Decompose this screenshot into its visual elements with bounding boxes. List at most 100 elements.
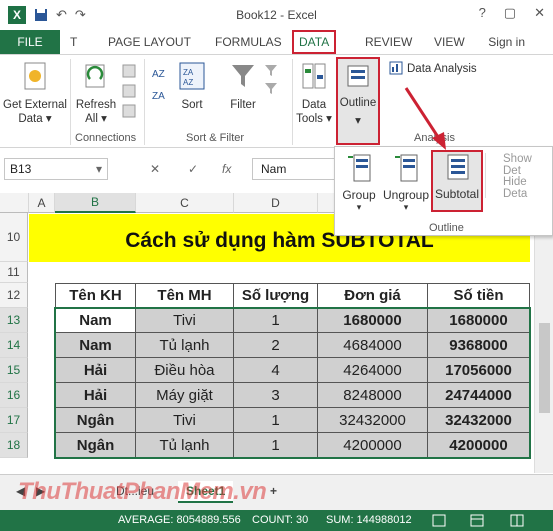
- page-layout-icon[interactable]: [470, 514, 484, 527]
- filter-button[interactable]: Filter: [226, 61, 260, 112]
- group-button[interactable]: Group ▾: [339, 151, 379, 213]
- table-header-cell[interactable]: Tên MH: [136, 283, 234, 308]
- external-data-icon: [24, 62, 46, 90]
- subtotal-icon: [447, 154, 469, 180]
- get-external-data-button[interactable]: Get External Data ▾: [3, 61, 67, 126]
- row-header-11[interactable]: 11: [0, 262, 28, 283]
- row-header-16[interactable]: 16: [0, 383, 28, 408]
- ungroup-label: Ungroup: [382, 188, 430, 202]
- page-break-icon[interactable]: [510, 514, 524, 527]
- table-cell[interactable]: 1680000: [318, 308, 428, 333]
- scrollbar-thumb[interactable]: [539, 323, 550, 413]
- table-cell[interactable]: 24744000: [428, 383, 530, 408]
- row-header-17[interactable]: 17: [0, 408, 28, 433]
- table-header-cell[interactable]: Số tiền: [428, 283, 530, 308]
- table-cell[interactable]: 4264000: [318, 358, 428, 383]
- table-cell[interactable]: Ngân: [55, 433, 136, 458]
- close-icon[interactable]: ✕: [534, 5, 545, 21]
- row-header-10[interactable]: 10: [0, 213, 28, 262]
- table-cell[interactable]: 3: [234, 383, 318, 408]
- tab-home-partial[interactable]: T: [70, 35, 77, 49]
- select-all-corner[interactable]: [0, 193, 29, 213]
- formula-input[interactable]: Nam: [252, 158, 342, 180]
- normal-view-icon[interactable]: [432, 514, 446, 527]
- table-cell[interactable]: Tủ lạnh: [136, 433, 234, 458]
- column-header-b[interactable]: B: [55, 193, 136, 213]
- get-external-label: Get External: [3, 99, 67, 111]
- filter-label: Filter: [230, 99, 256, 111]
- namebox-dropdown-icon[interactable]: ▾: [96, 162, 102, 176]
- tab-view[interactable]: VIEW: [434, 35, 465, 49]
- row-header-14[interactable]: 14: [0, 333, 28, 358]
- tab-review[interactable]: REVIEW: [365, 35, 412, 49]
- table-cell[interactable]: 4200000: [318, 433, 428, 458]
- data-analysis-button[interactable]: Data Analysis: [407, 62, 477, 76]
- table-cell[interactable]: Điều hòa: [136, 358, 234, 383]
- outline-group-label: Outline: [429, 222, 464, 234]
- name-box[interactable]: B13: [4, 158, 108, 180]
- table-cell[interactable]: Tủ lạnh: [136, 333, 234, 358]
- table-cell[interactable]: 9368000: [428, 333, 530, 358]
- signin-link[interactable]: Sign in: [488, 35, 525, 49]
- ungroup-button[interactable]: Ungroup ▾: [381, 151, 431, 213]
- data-tools-button[interactable]: Data Tools ▾: [294, 61, 334, 126]
- row-header-13[interactable]: 13: [0, 308, 28, 333]
- table-cell[interactable]: 32432000: [318, 408, 428, 433]
- table-cell[interactable]: 4200000: [428, 433, 530, 458]
- row-header-18[interactable]: 18: [0, 433, 28, 458]
- tab-data[interactable]: DATA: [292, 30, 337, 54]
- table-cell[interactable]: 32432000: [428, 408, 530, 433]
- table-cell[interactable]: Máy giặt: [136, 383, 234, 408]
- sort-az-icons[interactable]: AZ ZA: [150, 63, 172, 113]
- sort-filter-group-label: Sort & Filter: [186, 132, 245, 144]
- enter-icon[interactable]: ✓: [188, 162, 198, 176]
- subtotal-button[interactable]: Subtotal: [431, 150, 483, 212]
- refresh-icon: [85, 64, 105, 88]
- outline-button[interactable]: Outline ▾: [336, 57, 380, 145]
- advanced-filter-icons[interactable]: [264, 63, 278, 113]
- table-cell[interactable]: 8248000: [318, 383, 428, 408]
- table-cell[interactable]: 2: [234, 333, 318, 358]
- table-header-cell[interactable]: Tên KH: [55, 283, 136, 308]
- column-header-c[interactable]: C: [136, 193, 234, 213]
- data-analysis-icon[interactable]: [389, 61, 403, 75]
- table-cell[interactable]: 17056000: [428, 358, 530, 383]
- help-icon[interactable]: ?: [479, 5, 486, 21]
- data-tools-label: Data: [301, 99, 327, 111]
- ribbon-tabs: FILE T PAGE LAYOUT FORMULAS DATA REVIEW …: [0, 30, 553, 54]
- cancel-icon[interactable]: ✕: [150, 162, 160, 176]
- tab-page-layout[interactable]: PAGE LAYOUT: [108, 35, 191, 49]
- table-cell[interactable]: Tivi: [136, 308, 234, 333]
- table-cell[interactable]: 1: [234, 433, 318, 458]
- table-cell[interactable]: 1: [234, 308, 318, 333]
- svg-text:ZA: ZA: [152, 91, 165, 102]
- outline-caret: ▾: [355, 115, 361, 127]
- table-header-cell[interactable]: Số lượng: [234, 283, 318, 308]
- row-header-12[interactable]: 12: [0, 283, 28, 308]
- table-cell[interactable]: Hải: [55, 383, 136, 408]
- table-cell[interactable]: Nam: [55, 308, 136, 333]
- show-detail-button[interactable]: Show Det: [503, 153, 552, 177]
- column-header-d[interactable]: D: [234, 193, 318, 213]
- tab-file[interactable]: FILE: [0, 30, 60, 54]
- table-cell[interactable]: Tivi: [136, 408, 234, 433]
- table-cell[interactable]: Hải: [55, 358, 136, 383]
- group-label: Group: [342, 188, 376, 202]
- column-header-a[interactable]: A: [29, 193, 55, 213]
- table-cell[interactable]: 4684000: [318, 333, 428, 358]
- connections-icons[interactable]: [122, 63, 136, 123]
- refresh-all-button[interactable]: Refresh All ▾: [74, 61, 118, 126]
- outline-icon: [347, 65, 369, 87]
- table-cell[interactable]: Nam: [55, 333, 136, 358]
- insert-function-icon[interactable]: fx: [222, 162, 231, 176]
- table-cell[interactable]: Ngân: [55, 408, 136, 433]
- hide-detail-button[interactable]: Hide Deta: [503, 176, 552, 200]
- table-cell[interactable]: 1: [234, 408, 318, 433]
- table-cell[interactable]: 1680000: [428, 308, 530, 333]
- restore-icon[interactable]: ▢: [504, 5, 516, 21]
- tab-formulas[interactable]: FORMULAS: [215, 35, 282, 49]
- table-header-cell[interactable]: Đơn giá: [318, 283, 428, 308]
- sort-button[interactable]: ZA AZ Sort: [176, 61, 208, 112]
- row-header-15[interactable]: 15: [0, 358, 28, 383]
- table-cell[interactable]: 4: [234, 358, 318, 383]
